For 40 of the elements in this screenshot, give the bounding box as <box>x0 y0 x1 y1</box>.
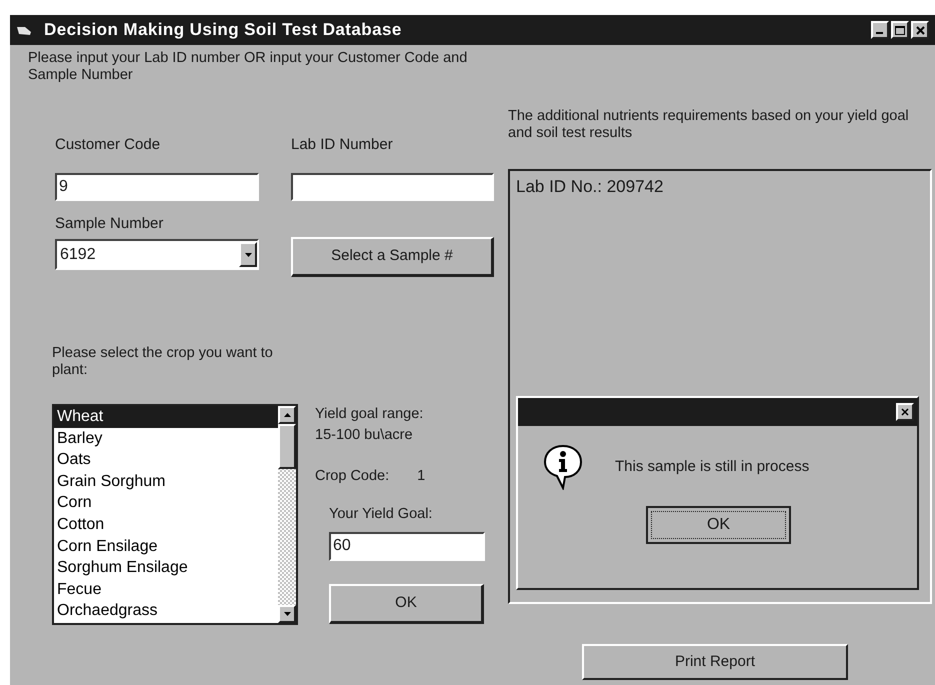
lab-id-field[interactable] <box>291 173 494 201</box>
up-arrow-icon <box>284 413 290 417</box>
ok-button[interactable]: OK <box>329 584 484 624</box>
yield-range-value: 15-100 bu\acre <box>315 426 414 445</box>
minimize-button[interactable] <box>871 21 889 39</box>
crop-code-label: Crop Code: <box>315 467 390 486</box>
customer-code-field[interactable]: 9 <box>55 173 259 201</box>
maximize-icon <box>895 26 905 34</box>
crop-list-item[interactable]: Wheat <box>54 406 278 428</box>
close-icon <box>901 408 909 416</box>
lab-id-label: Lab ID Number <box>291 135 394 154</box>
yield-goal-field[interactable]: 60 <box>329 532 485 560</box>
close-button[interactable] <box>911 21 929 39</box>
yield-goal-label: Your Yield Goal: <box>329 504 434 524</box>
down-arrow-icon <box>284 612 290 616</box>
window-icon <box>16 24 32 36</box>
crop-prompt-text: Please select the crop you want to plant: <box>52 345 274 379</box>
maximize-button[interactable] <box>891 21 909 39</box>
sample-number-dropdown[interactable]: 6192 <box>55 239 259 270</box>
info-icon <box>543 444 583 490</box>
results-text: Lab ID No.: 209742 <box>515 176 664 198</box>
scroll-thumb[interactable] <box>278 424 296 469</box>
window-title: Decision Making Using Soil Test Database <box>44 19 402 42</box>
scroll-up-button[interactable] <box>278 406 296 424</box>
close-icon <box>916 26 924 34</box>
select-sample-button[interactable]: Select a Sample # <box>291 237 494 277</box>
sample-number-label: Sample Number <box>55 214 164 233</box>
scrollbar[interactable] <box>278 406 296 623</box>
crop-list-item[interactable]: Barley <box>54 428 278 450</box>
yield-range-label: Yield goal range: <box>315 405 424 424</box>
print-report-button[interactable]: Print Report <box>582 644 848 680</box>
dropdown-arrow-icon <box>244 252 252 256</box>
crop-code-value: 1 <box>417 467 426 486</box>
customer-code-label: Customer Code <box>55 135 162 154</box>
dialog-ok-button[interactable]: OK <box>646 506 791 544</box>
dialog-close-button[interactable] <box>896 403 914 421</box>
results-heading: The additional nutrients requirements based on your yield goal and soil test results <box>508 108 910 142</box>
dialog-message: This sample is still in process <box>615 456 810 477</box>
scroll-down-button[interactable] <box>278 605 296 623</box>
instructions-text: Please input your Lab ID number OR input your Customer Code and Sample Number <box>28 50 468 84</box>
